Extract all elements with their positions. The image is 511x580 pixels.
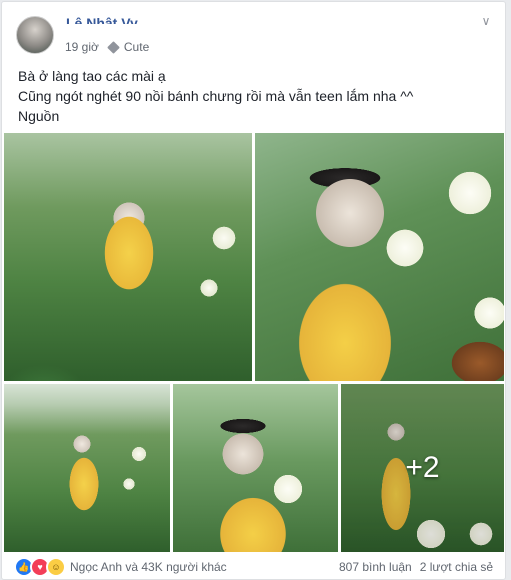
- photo-4[interactable]: [173, 384, 338, 552]
- haha-icon: ☺: [46, 557, 66, 577]
- photo-3[interactable]: [4, 384, 170, 552]
- chevron-down-icon[interactable]: ∨: [479, 14, 493, 28]
- post-meta: 19 giờ Cute: [65, 40, 149, 54]
- post-card: Lê Nhật Vy 19 giờ Cute ∨ Bà ở làng tao c…: [1, 1, 506, 580]
- reaction-icons[interactable]: 👍 ♥ ☺: [14, 557, 66, 577]
- post-time[interactable]: 19 giờ: [65, 40, 99, 54]
- photo-1[interactable]: [4, 133, 252, 381]
- post-header: Lê Nhật Vy 19 giờ Cute ∨: [2, 2, 505, 62]
- author-name[interactable]: Lê Nhật Vy: [66, 10, 138, 24]
- post-text: Bà ở làng tao các mài ạ Cũng ngót nghét …: [18, 66, 488, 126]
- engagement-stats: 807 bình luận 2 lượt chia sẻ: [339, 560, 493, 574]
- more-photos-count[interactable]: +2: [341, 384, 504, 552]
- avatar[interactable]: [16, 16, 54, 54]
- audience-label[interactable]: Cute: [124, 40, 149, 54]
- share-count[interactable]: 2 lượt chia sẻ: [420, 560, 493, 574]
- photo-grid: +2: [4, 133, 504, 553]
- reaction-bar: 👍 ♥ ☺ Ngọc Anh và 43K người khác 807 bìn…: [2, 555, 505, 579]
- post-line: Cũng ngót nghét 90 nồi bánh chưng rồi mà…: [18, 88, 414, 104]
- post-line: Nguồn: [18, 108, 60, 124]
- comment-count[interactable]: 807 bình luận: [339, 560, 412, 574]
- post-line: Bà ở làng tao các mài ạ: [18, 68, 166, 84]
- tag-icon: [107, 40, 120, 54]
- photo-2[interactable]: [255, 133, 504, 381]
- photo-5[interactable]: +2: [341, 384, 504, 552]
- reaction-summary[interactable]: Ngọc Anh và 43K người khác: [70, 560, 227, 574]
